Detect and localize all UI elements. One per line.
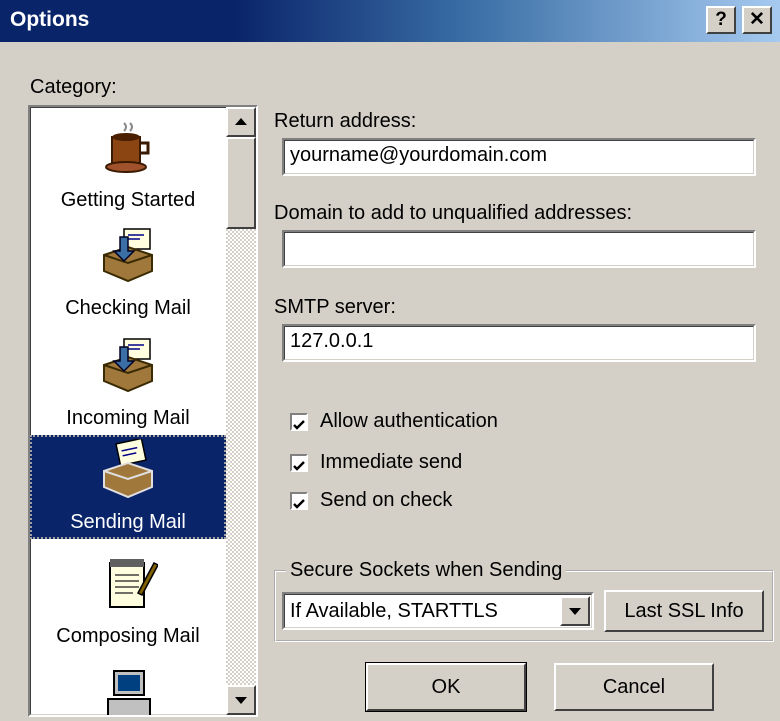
domain-field[interactable] (282, 230, 756, 268)
category-item-partial[interactable] (30, 655, 226, 715)
ok-button[interactable]: OK (365, 662, 527, 712)
category-scrollbar[interactable] (226, 107, 256, 715)
checkmark-icon (293, 420, 305, 430)
return-address-label: Return address: (274, 110, 417, 132)
category-item-label: Getting Started (60, 189, 196, 211)
category-item-sending-mail[interactable]: Sending Mail (30, 435, 226, 539)
smtp-server-field[interactable]: 127.0.0.1 (282, 324, 756, 362)
category-label: Category: (30, 76, 117, 98)
ssl-mode-value: If Available, STARTTLS (290, 600, 498, 622)
arrow-down-icon (235, 697, 247, 704)
mail-tray-icon (103, 338, 153, 393)
checkmark-icon (293, 461, 305, 471)
checkbox-label: Allow authentication (320, 410, 498, 432)
dropdown-button[interactable] (560, 596, 590, 626)
cancel-button[interactable]: Cancel (554, 663, 714, 711)
notepad-pen-icon (109, 559, 158, 608)
domain-label: Domain to add to unqualified addresses: (274, 202, 633, 224)
checkbox-box[interactable] (290, 413, 308, 431)
category-item-label: Sending Mail (70, 511, 186, 533)
category-list[interactable]: Getting Started Checking Mail Incoming M… (28, 105, 258, 717)
category-item-label: Incoming Mail (66, 407, 190, 429)
category-item-incoming-mail[interactable]: Incoming Mail (30, 327, 226, 435)
scroll-up-button[interactable] (226, 107, 256, 137)
checkbox-box[interactable] (290, 454, 308, 472)
computer-icon (107, 670, 151, 715)
mail-tray-icon (103, 228, 153, 283)
checkbox-label: Immediate send (320, 451, 463, 473)
checkbox-label: Send on check (320, 489, 453, 511)
checkmark-icon (293, 499, 305, 509)
category-item-label: Checking Mail (65, 297, 191, 319)
return-address-field[interactable]: yourname@yourdomain.com (282, 138, 756, 176)
category-item-composing-mail[interactable]: Composing Mail (30, 539, 226, 655)
window-title: Options (10, 8, 90, 31)
close-button[interactable]: ✕ (742, 6, 772, 34)
title-bar[interactable]: Options ? ✕ (0, 0, 780, 42)
last-ssl-info-button[interactable]: Last SSL Info (604, 590, 764, 632)
outgoing-mail-icon (103, 439, 153, 499)
category-item-getting-started[interactable]: Getting Started (30, 107, 226, 217)
smtp-server-label: SMTP server: (274, 296, 396, 318)
help-button[interactable]: ? (706, 6, 736, 34)
ssl-mode-select[interactable]: If Available, STARTTLS (282, 592, 594, 630)
coffee-cup-icon (105, 122, 150, 173)
arrow-up-icon (235, 118, 247, 125)
category-item-checking-mail[interactable]: Checking Mail (30, 217, 226, 327)
checkbox-box[interactable] (290, 492, 308, 510)
scroll-down-button[interactable] (226, 685, 256, 715)
scroll-thumb[interactable] (226, 137, 256, 229)
chevron-down-icon (569, 608, 581, 615)
category-item-label: Composing Mail (56, 625, 200, 647)
ssl-group-title: Secure Sockets when Sending (286, 559, 567, 582)
